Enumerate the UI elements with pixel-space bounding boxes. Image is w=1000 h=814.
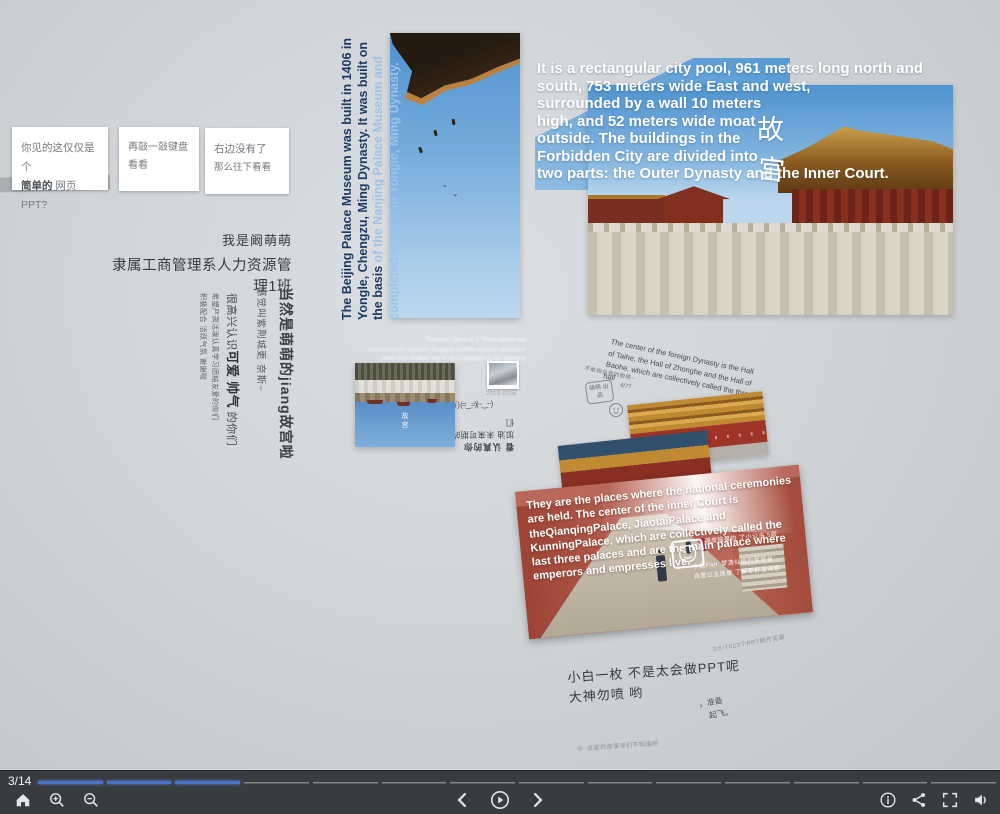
progress-segment-11[interactable] xyxy=(725,782,790,784)
greet-line: 很高兴认识可爱 帅气 的你们 xyxy=(224,293,243,446)
moat-reflection-photo[interactable]: 故宫 xyxy=(355,363,455,447)
autoplay-button[interactable] xyxy=(489,789,511,811)
ridge-beast-art xyxy=(452,118,456,124)
ridge-beast-art xyxy=(418,147,423,154)
hanzi-gong: 宫 xyxy=(756,147,787,189)
city-description-text: It is a rectangular city pool, 961 meter… xyxy=(537,60,947,183)
previous-slide-button[interactable] xyxy=(451,789,473,811)
viewer-toolbar: 3/14 xyxy=(0,770,1000,814)
mini-note: ，准备 起飞。 xyxy=(698,693,734,724)
vertical-main-line: 当然是萌萌的jiang故宫啦 xyxy=(276,287,296,460)
progress-track[interactable] xyxy=(38,781,996,785)
palace-balustrade-art xyxy=(588,232,953,315)
reflection-trees-art xyxy=(355,363,455,380)
photo-watermark: 故宫 xyxy=(399,412,409,430)
bird-art: ⌄ xyxy=(452,190,458,198)
intro-name: 我是阚萌萌 xyxy=(105,230,292,249)
toolbar-right-group xyxy=(877,789,992,811)
progress-segment-9[interactable] xyxy=(588,782,653,784)
seal-stamp: 萌萌 出品 xyxy=(585,379,615,405)
greet-small-1: 希望严肃活泼认真学习团结友爱的你们 xyxy=(210,293,220,446)
card-side-note: 3/5-T023个PPT制作花絮 xyxy=(712,632,786,654)
hint-card-3-line1: 右边没有了 xyxy=(214,140,281,159)
boat-art xyxy=(397,402,410,406)
zoom-in-button[interactable] xyxy=(46,789,68,811)
toolbar-left-group xyxy=(12,789,102,811)
progress-segment-7[interactable] xyxy=(450,782,515,784)
hint-card-2[interactable]: 再敲一敲键盘看看 xyxy=(119,127,199,191)
vertical-sub-line: 感觉叫紫荆城更 奈斯~ xyxy=(255,287,269,460)
toolbar-center-group xyxy=(451,789,549,811)
hint-card-2-line1: 再敲一敲键盘看看 xyxy=(128,139,191,175)
progress-segment-8[interactable] xyxy=(519,782,584,784)
progress-segment-14[interactable] xyxy=(931,782,996,784)
mini-note-line2: 起飞。 xyxy=(708,706,734,723)
progress-segment-10[interactable] xyxy=(656,782,721,784)
hint-card-1-line2: 简单的 网页PPT? xyxy=(21,177,100,215)
polaroid-image-art xyxy=(489,363,517,385)
smiley-stamp-icon xyxy=(608,402,624,418)
hint-card-1-line1: 你见的这仅仅是个 xyxy=(21,139,100,177)
progress-segment-3[interactable] xyxy=(175,781,240,784)
progress-segment-12[interactable] xyxy=(794,782,859,784)
zoom-out-button[interactable] xyxy=(80,789,102,811)
home-button[interactable] xyxy=(12,789,34,811)
share-button[interactable] xyxy=(908,789,930,811)
ridge-beast-art xyxy=(433,130,437,137)
hint-card-3[interactable]: 右边没有了 那么往下看看 xyxy=(205,128,289,194)
volume-button[interactable] xyxy=(970,789,992,811)
bird-art: ⌄ xyxy=(442,181,448,189)
hint-card-1-bold: 简单的 xyxy=(21,180,53,192)
progress-segment-2[interactable] xyxy=(107,781,172,784)
boat-art xyxy=(367,400,383,404)
page-indicator: 3/14 xyxy=(8,774,31,788)
stamp-mark: 4/7？ xyxy=(619,380,635,391)
inner-court-card[interactable]: They are the places where the national c… xyxy=(515,465,813,640)
polaroid-caption: 2019-0306 xyxy=(486,390,517,397)
polaroid-photo[interactable] xyxy=(487,361,519,389)
progress-segment-5[interactable] xyxy=(313,782,378,784)
seal-text: 萌萌 出品 xyxy=(589,384,609,399)
progress-segment-4[interactable] xyxy=(244,782,309,784)
progress-segment-1[interactable] xyxy=(38,781,103,784)
next-slide-button[interactable] xyxy=(527,789,549,811)
presentation-canvas[interactable]: 你见的这仅仅是个 简单的 网页PPT? 再敲一敲键盘看看 右边没有了 那么往下看… xyxy=(0,0,1000,770)
prezi-viewer-window: 你见的这仅仅是个 简单的 网页PPT? 再敲一敲键盘看看 右边没有了 那么往下看… xyxy=(0,0,1000,814)
museum-history-text: The Beijing Palace Museum was built in 1… xyxy=(340,28,403,320)
greet-small-2: 积极配合 活跃气氛 谢谢啦 xyxy=(198,293,208,446)
fullscreen-button[interactable] xyxy=(939,789,961,811)
hint-card-1[interactable]: 你见的这仅仅是个 简单的 网页PPT? xyxy=(12,127,108,190)
vertical-text-greet: 很高兴认识可爱 帅气 的你们 希望严肃活泼认真学习团结友爱的你们 积极配合 活跃… xyxy=(198,293,243,446)
roof-corner-photo[interactable]: ⌄ ⌄ xyxy=(390,33,520,318)
roof-eave-art xyxy=(390,33,520,193)
hanzi-gu: 故 xyxy=(757,108,784,147)
reflection-marble-art xyxy=(355,380,455,393)
progress-segment-13[interactable] xyxy=(863,782,928,784)
vertical-text-main: 当然是萌萌的jiang故宫啦 感觉叫紫荆城更 奈斯~ xyxy=(255,287,296,460)
progress-segment-6[interactable] xyxy=(382,782,447,784)
boat-art xyxy=(427,399,437,403)
hint-card-3-line2: 那么往下看看 xyxy=(214,159,281,176)
info-button[interactable] xyxy=(877,789,899,811)
blurred-flipped-caption: Actually the Forbidden City is the large… xyxy=(368,334,526,362)
footnote: B· 这里的故事你们不知道吧 xyxy=(578,738,659,753)
